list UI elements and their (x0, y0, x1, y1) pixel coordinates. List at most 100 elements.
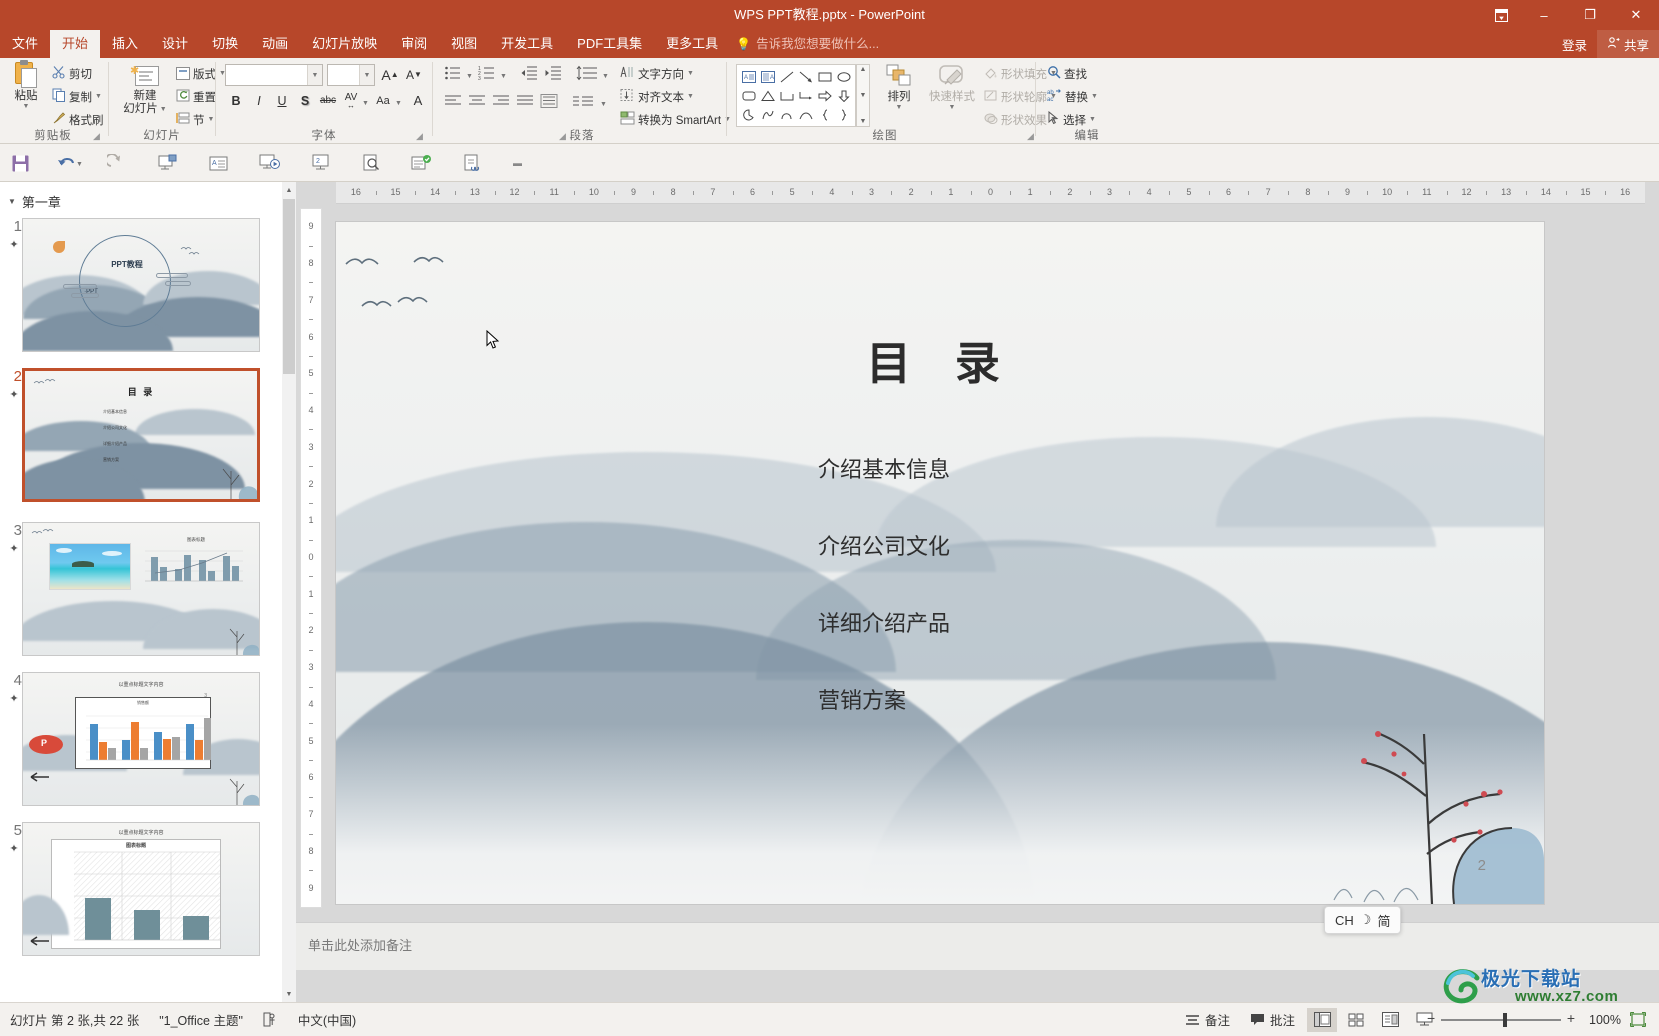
bold-button[interactable]: B (225, 90, 247, 111)
hyperlink-icon[interactable] (460, 151, 485, 175)
scrollbar-thumb[interactable] (283, 199, 295, 374)
tab-transitions[interactable]: 切换 (200, 30, 250, 58)
increase-indent-button[interactable] (544, 65, 565, 85)
chevron-down-icon[interactable]: ▼ (602, 73, 609, 80)
save-icon[interactable] (8, 151, 33, 175)
shape-down-arrow[interactable] (834, 86, 853, 105)
vertical-ruler[interactable]: 9 8 7 6 5 4 3 2 1 0 1 2 3 4 5 6 7 8 9 (300, 208, 322, 908)
decrease-indent-button[interactable] (520, 65, 541, 85)
shape-vertical-textbox[interactable]: A (758, 67, 777, 86)
chevron-down-icon[interactable]: ▼ (860, 92, 867, 99)
tab-view[interactable]: 视图 (439, 30, 489, 58)
slide-title[interactable]: 目 录 (336, 327, 1544, 392)
font-size-input[interactable]: ▼ (327, 64, 375, 86)
align-left-button[interactable] (444, 94, 465, 114)
slide-canvas[interactable]: 目 录 介绍基本信息 介绍公司文化 详细介绍产品 营销方案 2 (336, 222, 1544, 904)
bullets-button[interactable] (444, 65, 465, 85)
zoom-track[interactable] (1441, 1018, 1561, 1021)
minimize-button[interactable]: – (1521, 0, 1567, 30)
shape-arc[interactable] (796, 105, 815, 124)
shape-arrow[interactable] (796, 67, 815, 86)
thumbnail-item-4[interactable]: 4 ✦ 以重点标题文字内容 3 销售额 P (0, 672, 296, 814)
share-button[interactable]: 共享 (1596, 30, 1659, 58)
presenter-view-icon[interactable]: 2 (308, 151, 333, 175)
line-spacing-button[interactable] (576, 65, 600, 85)
chevron-down-icon[interactable]: ▼ (307, 65, 322, 85)
slide-thumbnail-pane[interactable]: ▼ 第一章 1 ✦ PPT教程 ·PPT 2 ✦ 目 录 介绍基本信息 介绍公司… (0, 182, 296, 1002)
shape-right-arrow[interactable] (815, 86, 834, 105)
shape-freeform[interactable] (758, 105, 777, 124)
shape-rounded-rectangle[interactable] (739, 86, 758, 105)
shape-left-brace[interactable] (815, 105, 834, 124)
italic-button[interactable]: I (248, 90, 270, 111)
section-header[interactable]: ▼ 第一章 (8, 192, 61, 211)
shape-elbow-arrow-connector[interactable] (796, 86, 815, 105)
chevron-down-icon[interactable]: ▼ (76, 161, 83, 168)
font-color-button[interactable]: A (407, 90, 429, 111)
thumbnail-preview-selected[interactable]: 目 录 介绍基本信息 介绍公司文化 详细介绍产品 营销方案 (22, 368, 260, 502)
paste-button[interactable]: 粘贴 ▼ (4, 60, 48, 110)
increase-font-size-button[interactable]: A ▲ (379, 64, 401, 85)
print-preview-icon[interactable] (359, 151, 384, 175)
arrange-button[interactable]: 排列 ▼ (876, 64, 922, 111)
reset-button[interactable]: 重置 (174, 86, 218, 107)
numbering-button[interactable]: 123 (478, 65, 499, 85)
font-dialog-launcher[interactable]: ◢ (414, 131, 425, 142)
strikethrough-button[interactable]: abc (317, 90, 339, 111)
text-shadow-button[interactable]: S (294, 90, 316, 111)
chevron-down-icon[interactable]: ▼ (282, 986, 296, 1002)
toc-item-2[interactable]: 介绍公司文化 (818, 529, 950, 561)
slide-editor-area[interactable]: 16 15 14 13 12 11 10 9 8 7 6 5 4 3 2 1 0 1 2 3 4 5 6 7 8 9 10 11 12 1… (296, 182, 1659, 1002)
shapes-gallery-scrollbar[interactable]: ▲ ▼ ▼ (856, 64, 870, 127)
tab-insert[interactable]: 插入 (100, 30, 150, 58)
close-button[interactable]: ✕ (1613, 0, 1659, 30)
tab-home[interactable]: 开始 (50, 30, 101, 58)
zoom-handle[interactable] (1503, 1012, 1507, 1027)
text-box-icon[interactable]: A (206, 151, 231, 175)
chevron-down-icon[interactable]: ▼ (359, 65, 374, 85)
start-from-current-icon[interactable] (155, 151, 180, 175)
qat-customize-icon[interactable]: ▬ (505, 151, 530, 175)
shape-line[interactable] (777, 67, 796, 86)
underline-button[interactable]: U (271, 90, 293, 111)
notes-toggle-button[interactable]: 备注 (1175, 1010, 1240, 1029)
zoom-slider[interactable]: − + (1427, 1010, 1575, 1030)
zoom-out-button[interactable]: − (1427, 1010, 1435, 1026)
thumbnail-preview[interactable]: 图表标题 (22, 522, 260, 656)
theme-name-status[interactable]: "1_Office 主题" (149, 1010, 253, 1029)
thumbnail-item-2[interactable]: 2 ✦ 目 录 介绍基本信息 介绍公司文化 详细介绍产品 营销方案 (0, 368, 296, 514)
tab-animations[interactable]: 动画 (250, 30, 300, 58)
ribbon-display-options-icon[interactable] (1481, 0, 1521, 30)
quick-styles-button[interactable]: 快速样式 ▼ (924, 64, 980, 111)
sign-in-button[interactable]: 登录 (1552, 35, 1597, 54)
thumbnail-item-3[interactable]: 3 ✦ 图表标题 (0, 522, 296, 664)
more-shapes-icon[interactable]: ▼ (860, 118, 867, 125)
toc-item-3[interactable]: 详细介绍产品 (818, 606, 950, 638)
text-direction-button[interactable]: 文字方向 ▼ (618, 63, 696, 84)
cut-button[interactable]: 剪切 (50, 63, 94, 84)
tab-file[interactable]: 文件 (0, 30, 50, 58)
slideshow-icon[interactable] (257, 151, 282, 175)
normal-view-icon[interactable] (1307, 1007, 1337, 1032)
decrease-font-size-button[interactable]: A ▼ (403, 64, 425, 85)
maximize-button[interactable]: ❐ (1567, 0, 1613, 30)
align-text-button[interactable]: 对齐文本 ▼ (618, 86, 696, 107)
thumbnail-pane-scrollbar[interactable]: ▲ ▼ (282, 182, 296, 1002)
fit-to-window-icon[interactable] (1623, 1008, 1653, 1032)
thumbnail-item-1[interactable]: 1 ✦ PPT教程 ·PPT (0, 218, 296, 360)
thumbnail-preview[interactable]: 以重点标题文字内容 3 销售额 P (22, 672, 260, 806)
notes-pane[interactable]: 单击此处添加备注 (296, 922, 1659, 970)
chevron-up-icon[interactable]: ▲ (282, 182, 296, 198)
paragraph-dialog-launcher[interactable]: ◢ (557, 131, 568, 142)
thumbnail-preview[interactable]: 以重点标题文字内容 图表标题 (22, 822, 260, 956)
zoom-level-label[interactable]: 100% (1579, 1013, 1621, 1027)
accessibility-icon[interactable] (253, 1012, 288, 1027)
toc-item-1[interactable]: 介绍基本信息 (818, 452, 950, 484)
chevron-down-icon[interactable]: ▼ (395, 100, 402, 107)
shape-elbow-connector[interactable] (777, 86, 796, 105)
distribute-button[interactable] (540, 94, 561, 114)
clipboard-dialog-launcher[interactable]: ◢ (91, 131, 102, 142)
change-case-button[interactable]: Aa (372, 90, 394, 111)
replace-button[interactable]: ab ac 替换 ▼ (1045, 86, 1100, 107)
chevron-down-icon[interactable]: ▼ (600, 101, 607, 108)
